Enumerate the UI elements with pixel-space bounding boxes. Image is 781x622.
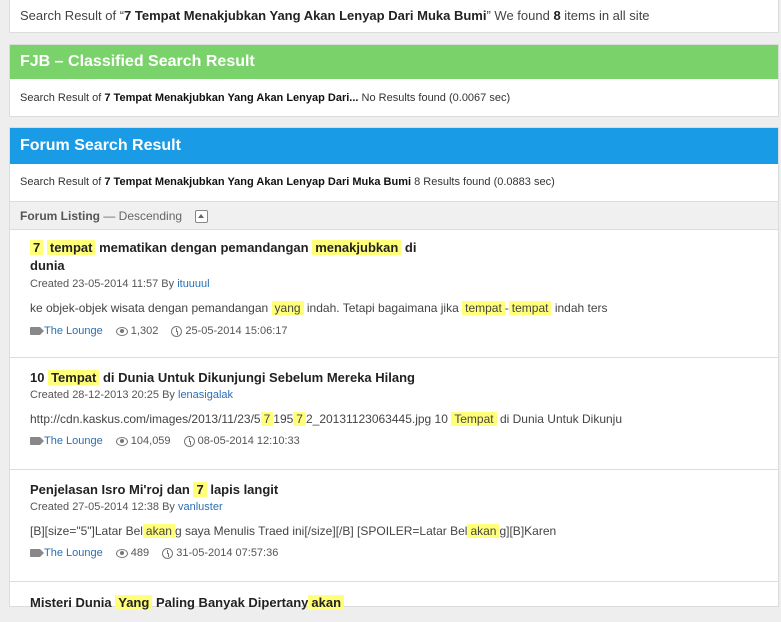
fjb-subline: Search Result of 7 Tempat Menakjubkan Ya… xyxy=(10,79,778,117)
title-part: Tempat xyxy=(48,370,100,385)
fjb-sub-prefix: Search Result of xyxy=(20,92,105,104)
result-title[interactable]: Penjelasan Isro Mi'roj dan 7 lapis langi… xyxy=(30,481,778,499)
clock-icon xyxy=(171,325,183,337)
view-count: 489 xyxy=(130,547,150,559)
author-link[interactable]: vanluster xyxy=(178,501,223,513)
snippet-part: indah ters xyxy=(551,301,608,315)
result-meta: Created 28-12-2013 20:25 By lenasigalak xyxy=(30,387,778,403)
created-text: Created 23-05-2014 11:57 By xyxy=(30,278,178,290)
snippet-part: g saya Menulis Traed ini[/size][/B] [SPO… xyxy=(174,524,468,538)
result-meta: Created 23-05-2014 11:57 By ituuuul xyxy=(30,276,778,292)
snippet-part: http://cdn.kaskus.com/images/2013/11/23/… xyxy=(30,412,261,426)
fjb-panel: FJB – Classified Search Result Search Re… xyxy=(9,44,779,117)
result-snippet: http://cdn.kaskus.com/images/2013/11/23/… xyxy=(30,410,750,428)
snippet-part: akan xyxy=(467,524,500,538)
result-item: Misteri Dunia Yang Paling Banyak Diperta… xyxy=(10,582,778,622)
snippet-part: 7 xyxy=(293,412,306,426)
clock-icon xyxy=(162,547,174,559)
fjb-sub-query: 7 Tempat Menakjubkan Yang Akan Lenyap Da… xyxy=(104,92,359,104)
snippet-part: tempat xyxy=(508,301,552,315)
title-part: 7 xyxy=(30,240,44,255)
listing-order: — Descending xyxy=(100,209,183,223)
snippet-part: ke objek-objek wisata dengan pemandangan xyxy=(30,301,272,315)
eye-icon xyxy=(115,548,128,558)
forum-link[interactable]: The Lounge xyxy=(44,325,103,337)
result-item: 7 tempat mematikan dengan pemandangan me… xyxy=(10,230,778,358)
summary-prefix: Search Result of “ xyxy=(20,8,125,23)
title-part: akan xyxy=(308,595,345,610)
fjb-sub-result: No Results found (0.0067 sec) xyxy=(358,92,511,104)
result-snippet: [B][size="5"]Latar Bel akan g saya Menulis… xyxy=(30,522,750,540)
forum-sub-result: 8 Results found (0.0883 sec) xyxy=(411,176,555,188)
snippet-part: di Dunia Untuk Dikunju xyxy=(496,412,623,426)
summary-count: 8 xyxy=(553,8,561,23)
last-post-time: 08-05-2014 12:10:33 xyxy=(197,435,300,447)
view-count: 104,059 xyxy=(130,435,171,447)
global-search-summary: Search Result of “7 Tempat Menakjubkan Y… xyxy=(9,0,779,33)
snippet-part: tempat xyxy=(462,301,505,315)
snippet-part: 195 xyxy=(273,412,294,426)
listing-label: Forum Listing xyxy=(20,209,100,223)
snippet-part: indah. Tetapi bagaimana jika xyxy=(303,301,463,315)
eye-icon xyxy=(115,326,128,336)
last-post-time: 25-05-2014 15:06:17 xyxy=(185,325,288,337)
result-footer: The Lounge 104,059 08-05-2014 12:10:33 xyxy=(30,433,778,449)
title-part: Misteri Dunia xyxy=(30,595,116,610)
result-title[interactable]: 10 Tempat di Dunia Untuk Dikunjungi Sebe… xyxy=(30,369,778,387)
forum-heading: Forum Search Result xyxy=(10,128,778,164)
created-text: Created 28-12-2013 20:25 By xyxy=(30,389,178,401)
snippet-part: g][B]Karen xyxy=(499,524,557,538)
forum-subline: Search Result of 7 Tempat Menakjubkan Ya… xyxy=(10,164,778,201)
tag-icon xyxy=(30,327,44,336)
title-part: di Dunia Untuk Dikunjungi Sebelum Mereka… xyxy=(99,370,415,385)
snippet-part: [B][size="5"]Latar Bel xyxy=(30,524,143,538)
forum-listing-bar: Forum Listing — Descending xyxy=(10,201,778,230)
forum-panel: Forum Search Result Search Result of 7 T… xyxy=(9,127,779,610)
last-post-time: 31-05-2014 07:57:36 xyxy=(176,547,279,559)
summary-mid: ” We found xyxy=(486,8,554,23)
author-link[interactable]: ituuuul xyxy=(177,278,209,290)
result-item: Penjelasan Isro Mi'roj dan 7 lapis langi… xyxy=(10,470,778,582)
title-part: Yang xyxy=(115,595,153,610)
result-title[interactable]: Misteri Dunia Yang Paling Banyak Diperta… xyxy=(30,594,778,612)
sort-ascending-icon[interactable] xyxy=(195,210,209,224)
summary-suffix: items in all site xyxy=(560,8,650,23)
snippet-part: 2_20131123063445.jpg 10 xyxy=(305,412,452,426)
created-text: Created 27-05-2014 12:38 By xyxy=(30,501,178,513)
result-snippet: ke objek-objek wisata dengan pemandangan… xyxy=(30,299,750,317)
result-item: 10 Tempat di Dunia Untuk Dikunjungi Sebe… xyxy=(10,358,778,470)
title-part: 10 xyxy=(30,370,49,385)
title-part: tempat xyxy=(46,240,96,255)
title-part: lapis langit xyxy=(206,482,279,497)
tag-icon xyxy=(30,437,44,446)
tag-icon xyxy=(30,549,44,558)
eye-icon xyxy=(115,436,128,446)
title-part: di xyxy=(401,240,417,255)
title-part: mematikan dengan pemandangan xyxy=(95,240,313,255)
title-part: dunia xyxy=(30,258,65,273)
title-part: Penjelasan Isro Mi'roj dan xyxy=(30,482,194,497)
result-footer: The Lounge 1,302 25-05-2014 15:06:17 xyxy=(30,323,778,339)
fjb-heading: FJB – Classified Search Result xyxy=(10,45,778,79)
clock-icon xyxy=(183,435,195,447)
forum-sub-query: 7 Tempat Menakjubkan Yang Akan Lenyap Da… xyxy=(104,176,412,188)
title-part: Paling Banyak Dipertany xyxy=(152,595,309,610)
forum-link[interactable]: The Lounge xyxy=(44,435,103,447)
title-part: 7 xyxy=(193,482,207,497)
view-count: 1,302 xyxy=(130,325,159,337)
snippet-part: 7 xyxy=(260,412,274,426)
snippet-part: akan xyxy=(142,524,175,538)
title-part: menakjubkan xyxy=(312,240,402,255)
snippet-part: Tempat xyxy=(451,412,497,426)
result-meta: Created 27-05-2014 12:38 By vanluster xyxy=(30,499,778,515)
result-title[interactable]: 7 tempat mematikan dengan pemandangan me… xyxy=(30,239,778,275)
author-link[interactable]: lenasigalak xyxy=(178,389,233,401)
forum-link[interactable]: The Lounge xyxy=(44,547,103,559)
snippet-part: yang xyxy=(271,301,304,315)
forum-sub-prefix: Search Result of xyxy=(20,176,105,188)
result-footer: The Lounge 489 31-05-2014 07:57:36 xyxy=(30,545,778,561)
summary-query: 7 Tempat Menakjubkan Yang Akan Lenyap Da… xyxy=(124,8,487,23)
